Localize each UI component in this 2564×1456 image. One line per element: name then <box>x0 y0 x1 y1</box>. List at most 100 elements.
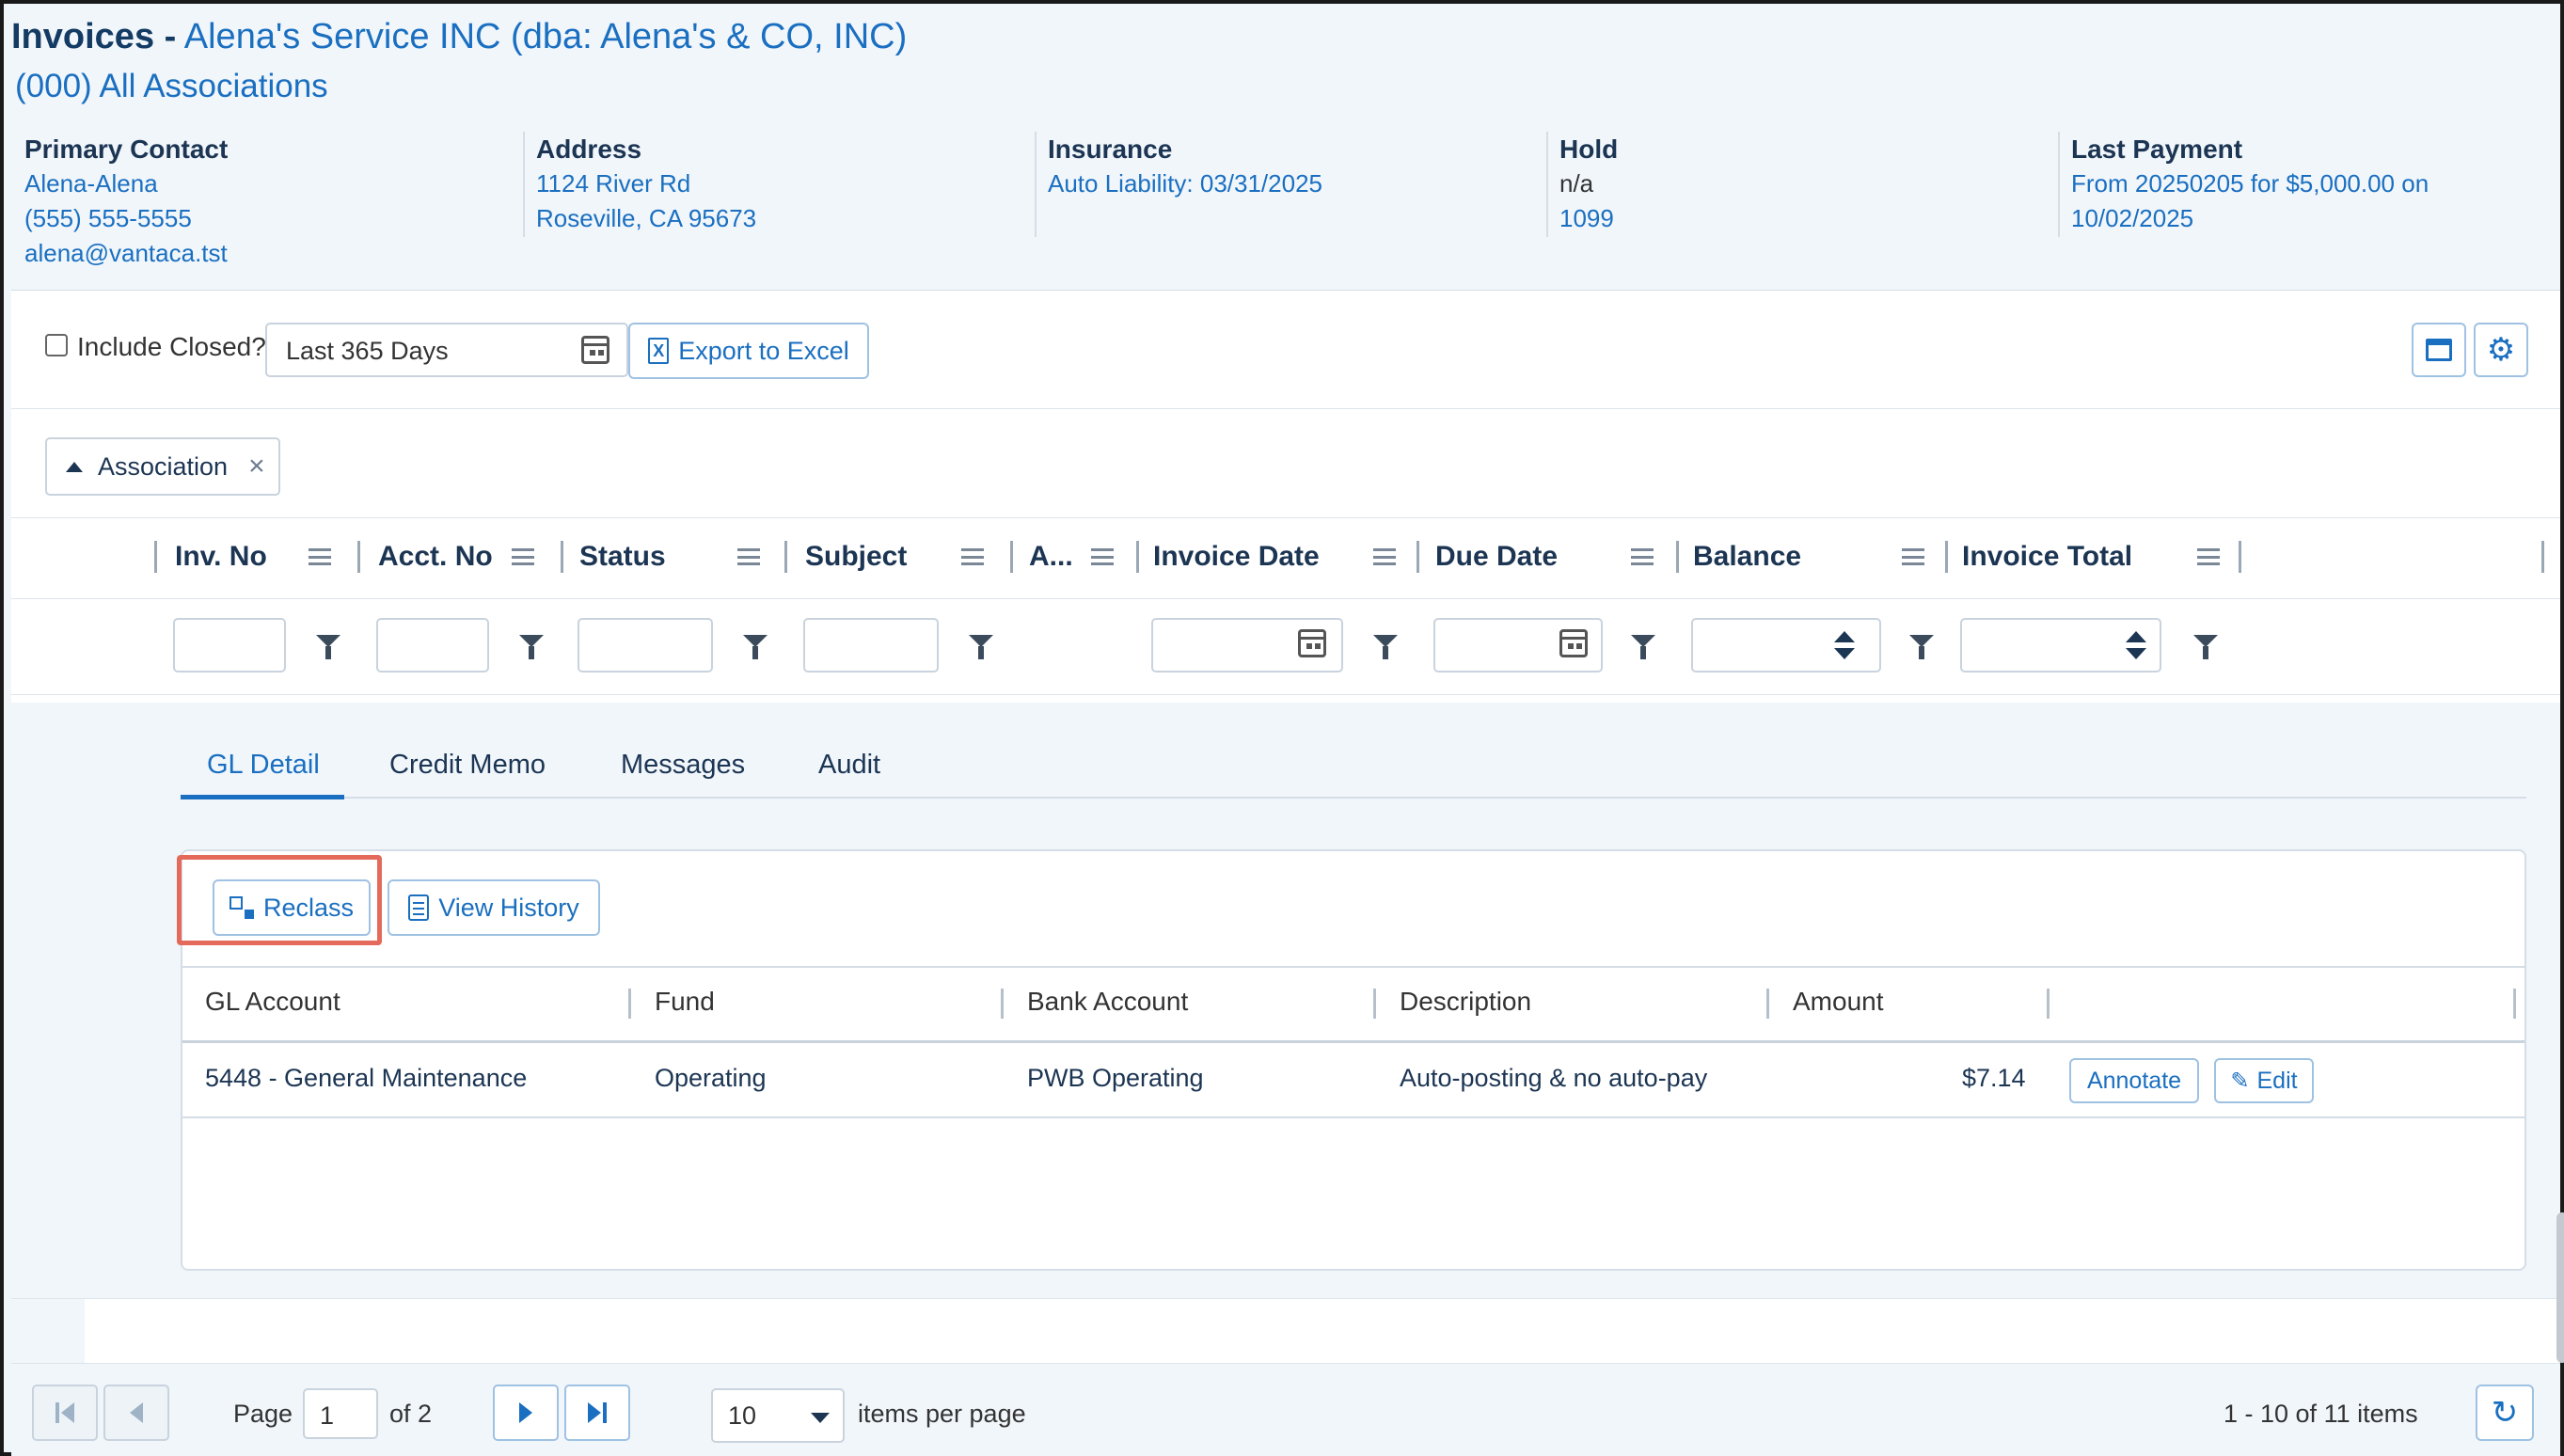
next-page-button[interactable] <box>493 1385 559 1441</box>
edit-button[interactable]: ✎ Edit <box>2214 1058 2314 1103</box>
hold-value: n/a <box>1559 169 1594 198</box>
address-line2[interactable]: Roseville, CA 95673 <box>536 201 756 236</box>
column-separator[interactable] <box>2047 989 2050 1019</box>
column-menu-icon[interactable] <box>512 548 534 565</box>
gl-column-bank-account[interactable]: Bank Account <box>1027 987 1188 1017</box>
export-to-excel-label: Export to Excel <box>678 336 849 365</box>
column-header-invoice-total[interactable]: Invoice Total <box>1962 541 2132 573</box>
filter-input-invoice-total[interactable] <box>1960 618 2161 673</box>
page-number-input[interactable]: 1 <box>303 1388 378 1439</box>
view-history-button[interactable]: View History <box>388 879 600 936</box>
gl-column-description[interactable]: Description <box>1400 987 1531 1017</box>
include-closed-checkbox[interactable] <box>45 334 68 356</box>
filter-input-inv-no[interactable] <box>173 618 286 673</box>
column-header-association[interactable]: A... <box>1029 541 1073 573</box>
filter-input-balance[interactable] <box>1691 618 1881 673</box>
tab-messages[interactable]: Messages <box>621 750 745 781</box>
column-menu-icon[interactable] <box>309 548 331 565</box>
column-separator[interactable] <box>357 541 360 573</box>
filter-input-due-date[interactable] <box>1433 618 1603 673</box>
column-separator[interactable] <box>561 541 563 573</box>
column-separator[interactable] <box>1136 541 1139 573</box>
export-to-excel-button[interactable]: X Export to Excel <box>628 323 869 379</box>
remove-group-icon[interactable]: × <box>248 451 265 483</box>
filter-icon[interactable] <box>743 635 768 659</box>
column-menu-icon[interactable] <box>961 548 984 565</box>
gl-column-fund[interactable]: Fund <box>655 987 715 1017</box>
association-link[interactable]: (000) All Associations <box>15 68 328 105</box>
insurance-value-link[interactable]: Auto Liability: 03/31/2025 <box>1048 166 1322 201</box>
column-separator[interactable] <box>784 541 787 573</box>
group-by-row: Association × <box>11 409 2560 518</box>
column-header-inv-no[interactable]: Inv. No <box>175 541 267 573</box>
tab-audit[interactable]: Audit <box>818 750 880 781</box>
filter-input-invoice-date[interactable] <box>1151 618 1343 673</box>
calendar-icon[interactable] <box>1298 629 1326 657</box>
tab-gl-detail[interactable]: GL Detail <box>207 750 320 781</box>
column-header-balance[interactable]: Balance <box>1693 541 1801 573</box>
column-separator[interactable] <box>1373 989 1376 1019</box>
filter-input-status[interactable] <box>578 618 713 673</box>
column-header-subject[interactable]: Subject <box>805 541 907 573</box>
column-menu-icon[interactable] <box>1373 548 1396 565</box>
filter-icon[interactable] <box>1909 635 1934 659</box>
column-header-due-date[interactable]: Due Date <box>1435 541 1558 573</box>
settings-button[interactable]: ⚙ <box>2474 323 2528 377</box>
filter-icon[interactable] <box>316 635 340 659</box>
contact-phone-link[interactable]: (555) 555-5555 <box>24 201 228 236</box>
refresh-button[interactable]: ↻ <box>2476 1385 2534 1441</box>
filter-input-acct-no[interactable] <box>376 618 489 673</box>
group-chip-association[interactable]: Association × <box>45 437 280 496</box>
column-separator[interactable] <box>2239 541 2241 573</box>
table-row[interactable]: 5448 - General Maintenance Operating PWB… <box>182 1043 2524 1118</box>
calendar-icon[interactable] <box>1559 629 1588 657</box>
column-menu-icon[interactable] <box>1631 548 1654 565</box>
first-page-button[interactable] <box>32 1385 98 1441</box>
column-separator[interactable] <box>154 541 157 573</box>
filter-icon[interactable] <box>519 635 544 659</box>
sort-ascending-icon[interactable] <box>66 461 83 472</box>
calendar-icon[interactable] <box>581 336 609 364</box>
tax-form-link[interactable]: 1099 <box>1559 201 1618 236</box>
date-range-picker[interactable]: Last 365 Days <box>265 323 628 377</box>
gl-column-gl-account[interactable]: GL Account <box>205 987 340 1017</box>
column-separator[interactable] <box>1766 989 1769 1019</box>
column-separator[interactable] <box>628 989 631 1019</box>
column-layout-button[interactable] <box>2412 323 2466 377</box>
vendor-link[interactable]: Alena's Service INC (dba: Alena's & CO, … <box>184 17 907 56</box>
spinner-icon[interactable] <box>2126 631 2146 659</box>
column-separator[interactable] <box>1945 541 1948 573</box>
tab-credit-memo[interactable]: Credit Memo <box>389 750 546 781</box>
filter-icon[interactable] <box>969 635 993 659</box>
address-line1[interactable]: 1124 River Rd <box>536 166 756 201</box>
column-header-acct-no[interactable]: Acct. No <box>378 541 493 573</box>
gl-column-amount[interactable]: Amount <box>1793 987 1884 1017</box>
column-menu-icon[interactable] <box>737 548 760 565</box>
contact-name-link[interactable]: Alena-Alena <box>24 166 228 201</box>
filter-icon[interactable] <box>1373 635 1398 659</box>
reclass-button[interactable]: Reclass <box>213 879 371 936</box>
filter-input-subject[interactable] <box>803 618 939 673</box>
vertical-scrollbar[interactable] <box>2556 1212 2564 1363</box>
last-page-button[interactable] <box>564 1385 630 1441</box>
column-separator[interactable] <box>1001 989 1004 1019</box>
column-separator[interactable] <box>1417 541 1419 573</box>
column-header-invoice-date[interactable]: Invoice Date <box>1153 541 1320 573</box>
info-divider <box>523 132 525 237</box>
column-header-status[interactable]: Status <box>579 541 666 573</box>
column-separator[interactable] <box>1676 541 1679 573</box>
filter-icon[interactable] <box>2193 635 2218 659</box>
page-size-select[interactable]: 10 <box>711 1388 845 1443</box>
contact-email-link[interactable]: alena@vantaca.tst <box>24 236 228 271</box>
filter-icon[interactable] <box>1631 635 1655 659</box>
description-cell: Auto-posting & no auto-pay <box>1400 1064 1708 1092</box>
last-payment-line1[interactable]: From 20250205 for $5,000.00 on <box>2071 166 2429 201</box>
column-separator[interactable] <box>1010 541 1013 573</box>
spinner-icon[interactable] <box>1834 631 1855 659</box>
column-menu-icon[interactable] <box>2197 548 2220 565</box>
previous-page-button[interactable] <box>103 1385 169 1441</box>
column-menu-icon[interactable] <box>1091 548 1114 565</box>
annotate-button[interactable]: Annotate <box>2069 1058 2199 1103</box>
column-menu-icon[interactable] <box>1902 548 1924 565</box>
last-payment-line2[interactable]: 10/02/2025 <box>2071 201 2429 236</box>
